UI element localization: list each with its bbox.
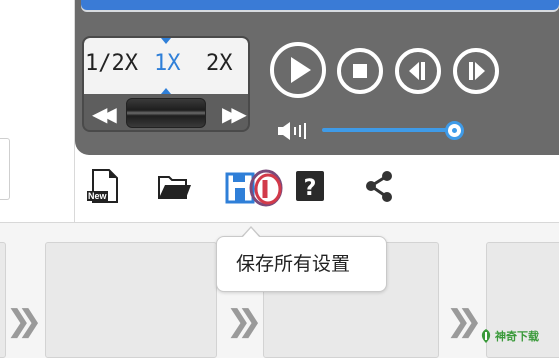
open-folder-button[interactable]: [156, 168, 191, 204]
speed-control: 1/2X 1X 2X ◀◀ ▶▶: [82, 36, 250, 132]
help-button[interactable]: ?: [293, 168, 327, 204]
help-icon: ?: [296, 171, 324, 201]
play-icon: [291, 57, 311, 83]
new-file-button[interactable]: New: [87, 168, 121, 204]
watermark-logo-icon: [481, 329, 491, 343]
play-button[interactable]: [270, 42, 326, 98]
save-settings-icon: [225, 169, 283, 207]
top-progress-bar[interactable]: [81, 0, 559, 10]
volume-slider-handle[interactable]: [445, 121, 464, 140]
speed-option-2x[interactable]: 2X: [206, 51, 233, 76]
stop-icon: [353, 64, 367, 78]
next-frame-icon: [469, 62, 485, 80]
share-button[interactable]: [362, 168, 396, 204]
transition-arrow-icon: ❯❯: [226, 304, 262, 339]
storyboard-clip[interactable]: [0, 242, 6, 358]
previous-frame-icon: [409, 62, 425, 80]
previous-frame-button[interactable]: [395, 48, 441, 94]
left-panel-box: [0, 138, 10, 200]
fast-forward-icon[interactable]: ▶▶: [222, 102, 247, 126]
save-settings-button[interactable]: [224, 168, 284, 207]
open-folder-icon: [158, 176, 191, 199]
transition-arrow-icon: ❯❯: [6, 304, 42, 339]
left-panel: [0, 0, 75, 222]
volume-slider-track[interactable]: [322, 128, 462, 132]
volume-icon[interactable]: [276, 120, 312, 142]
speed-option-half[interactable]: 1/2X: [85, 51, 138, 76]
watermark: 神奇下载: [476, 326, 554, 346]
speed-selector: 1/2X 1X 2X: [84, 38, 248, 94]
storyboard-clip[interactable]: [45, 242, 217, 358]
share-icon: [366, 171, 392, 202]
seek-knob[interactable]: [126, 98, 206, 128]
svg-text:?: ?: [304, 176, 317, 201]
watermark-text: 神奇下载: [495, 330, 539, 343]
tooltip-text: 保存所有设置: [236, 253, 351, 275]
speed-marker-top: [161, 38, 171, 44]
stop-button[interactable]: [337, 48, 383, 94]
new-file-label: New: [87, 191, 108, 201]
next-frame-button[interactable]: [453, 48, 499, 94]
tooltip-pointer-fill: [242, 228, 260, 238]
speed-option-1x[interactable]: 1X: [154, 51, 181, 76]
rewind-icon[interactable]: ◀◀: [92, 102, 117, 126]
transition-arrow-icon: ❯❯: [446, 304, 482, 339]
